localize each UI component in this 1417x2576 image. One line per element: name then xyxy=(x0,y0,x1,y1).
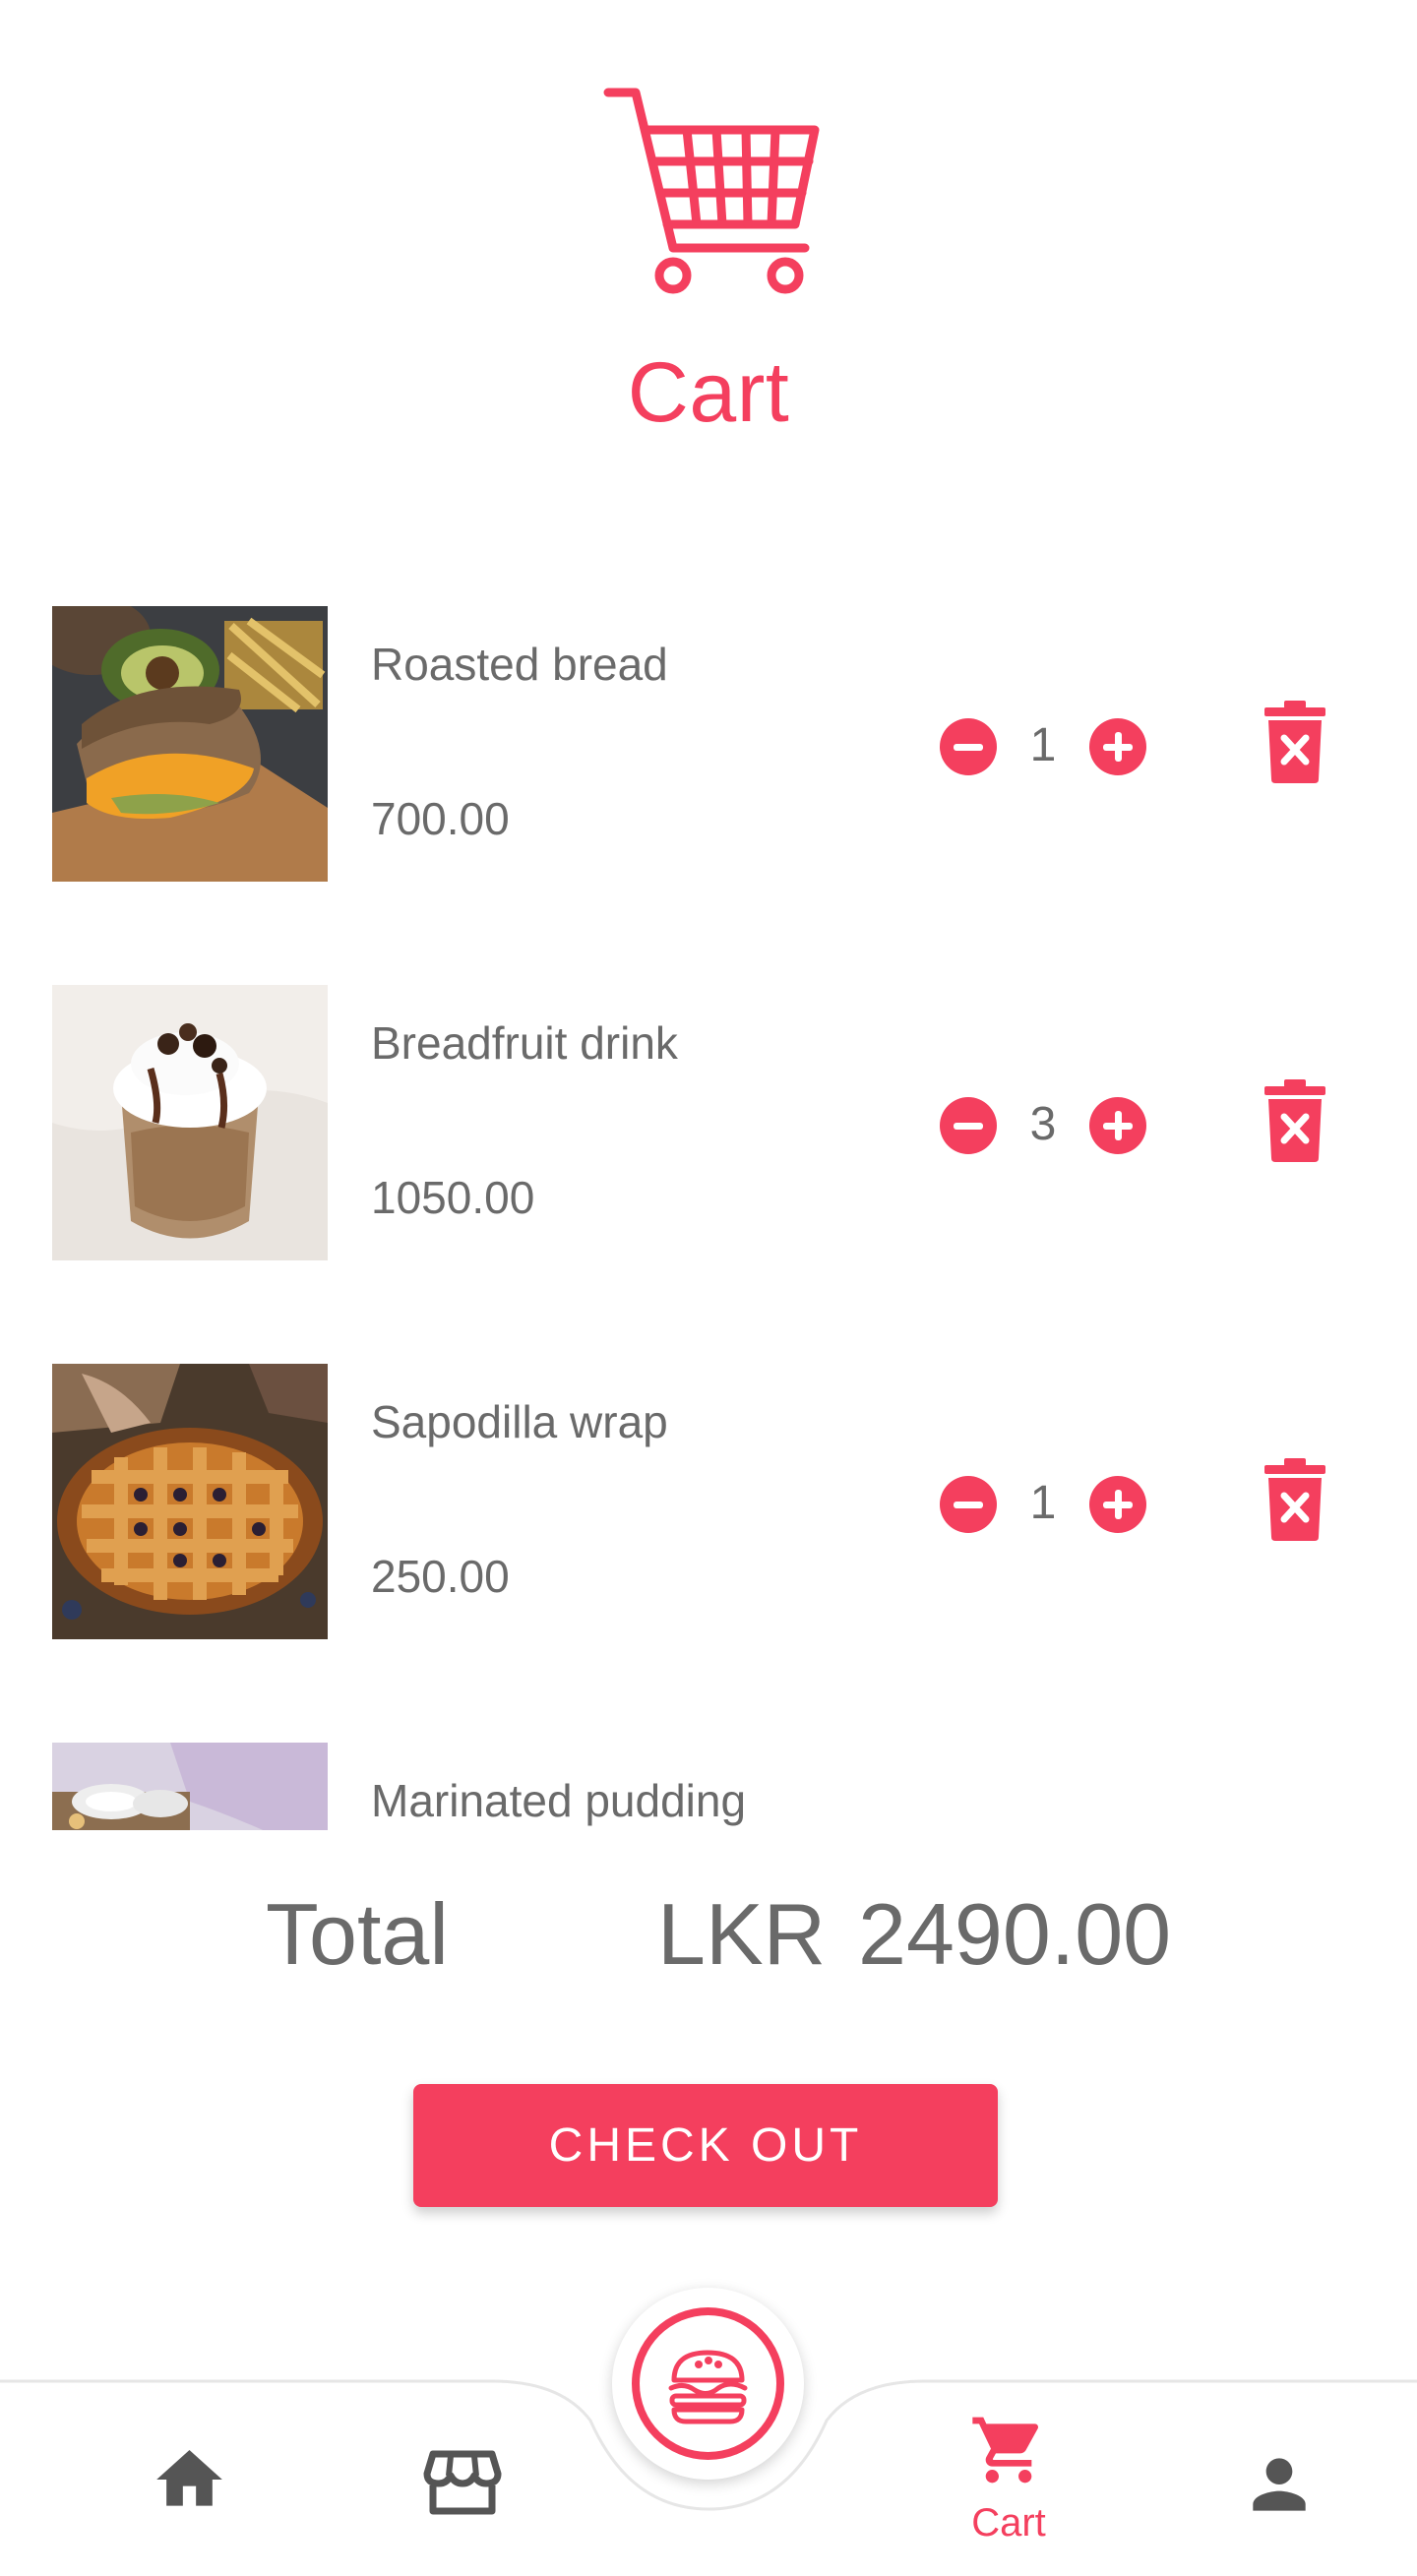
item-name: Breadfruit drink xyxy=(371,1017,678,1069)
item-price: 1050.00 xyxy=(371,1172,535,1223)
burger-icon xyxy=(668,2350,748,2424)
checkout-button[interactable]: CHECK OUT xyxy=(413,2084,998,2207)
cart-item: Breadfruit drink 1050.00 3 xyxy=(0,969,1417,1264)
menu-fab-button[interactable] xyxy=(612,2288,804,2480)
total-label: Total xyxy=(266,1885,449,1983)
item-image-roasted-bread xyxy=(52,606,328,882)
quantity-value: 1 xyxy=(1029,1477,1057,1529)
quantity-stepper: 1 xyxy=(940,1472,1151,1535)
item-name: Roasted bread xyxy=(371,639,668,690)
quantity-value: 3 xyxy=(1029,1098,1057,1150)
decrease-quantity-button[interactable] xyxy=(940,1097,997,1154)
cart-icon xyxy=(590,79,827,295)
item-name: Marinated pudding xyxy=(371,1775,747,1826)
page-title: Cart xyxy=(627,345,790,440)
quantity-stepper: 3 xyxy=(940,1093,1151,1156)
nav-store[interactable] xyxy=(423,2440,502,2519)
item-price: 700.00 xyxy=(371,793,510,844)
item-image-breadfruit-drink xyxy=(52,985,328,1260)
delete-item-button[interactable] xyxy=(1263,701,1327,783)
quantity-stepper: 1 xyxy=(940,714,1151,777)
item-image-sapodilla-wrap xyxy=(52,1364,328,1639)
home-icon xyxy=(156,2450,222,2506)
nav-cart-label: Cart xyxy=(971,2501,1046,2545)
trash-icon xyxy=(1264,1079,1325,1162)
item-name: Sapodilla wrap xyxy=(371,1396,668,1447)
total-currency: LKR xyxy=(657,1885,827,1983)
increase-quantity-button[interactable] xyxy=(1089,1476,1146,1533)
nav-profile[interactable] xyxy=(1240,2445,1319,2524)
trash-icon xyxy=(1264,1458,1325,1541)
nav-cart[interactable]: Cart xyxy=(959,2411,1058,2568)
total-amount: 2490.00 xyxy=(858,1885,1172,1983)
cart-item: Sapodilla wrap 250.00 1 xyxy=(0,1348,1417,1643)
decrease-quantity-button[interactable] xyxy=(940,718,997,775)
delete-item-button[interactable] xyxy=(1263,1458,1327,1541)
delete-item-button[interactable] xyxy=(1263,1079,1327,1162)
increase-quantity-button[interactable] xyxy=(1089,718,1146,775)
trash-icon xyxy=(1264,701,1325,783)
cart-list[interactable]: Roasted bread 700.00 1 Breadfruit drink … xyxy=(0,590,1417,1830)
person-icon xyxy=(1253,2458,1306,2511)
cart-icon xyxy=(972,2417,1039,2484)
fab-ring xyxy=(632,2307,784,2460)
quantity-value: 1 xyxy=(1029,719,1057,771)
store-icon xyxy=(423,2450,502,2515)
decrease-quantity-button[interactable] xyxy=(940,1476,997,1533)
increase-quantity-button[interactable] xyxy=(1089,1097,1146,1154)
item-price: 250.00 xyxy=(371,1551,510,1602)
fab-core xyxy=(640,2315,776,2452)
cart-item: Roasted bread 700.00 1 xyxy=(0,590,1417,886)
item-image-marinated-pudding xyxy=(52,1743,328,1830)
nav-home[interactable] xyxy=(148,2440,231,2519)
cart-item: Marinated pudding xyxy=(0,1727,1417,1830)
